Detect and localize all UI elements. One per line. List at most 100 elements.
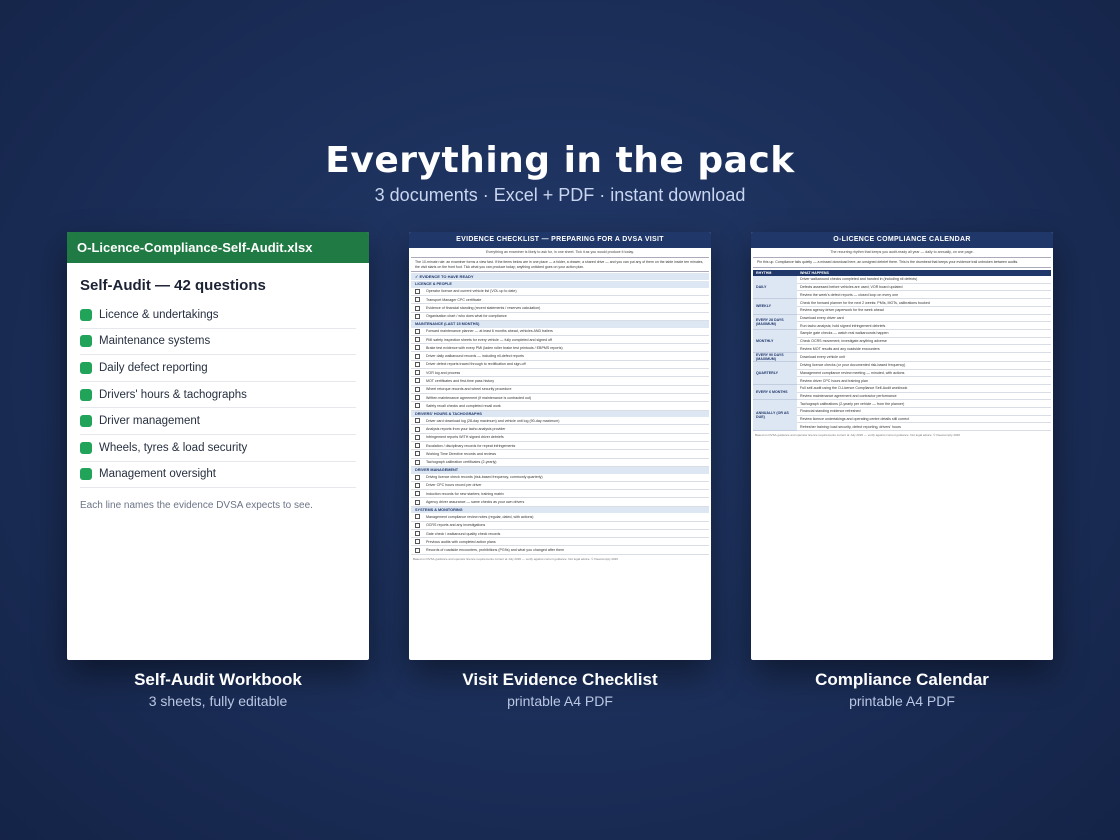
checklist-row: OCRS reports and any investigations <box>411 522 709 530</box>
calendar-rhythm-cell: ANNUALLY (OR AS DUE) <box>753 399 797 432</box>
caption-title: Self-Audit Workbook <box>134 670 302 689</box>
calendar-task-cell: Refresher training: load security, defec… <box>797 422 1051 432</box>
checklist-row-label: Management compliance review notes (regu… <box>426 514 534 519</box>
checklist-row: Driver CPC hours record per driver <box>411 482 709 491</box>
checklist-row: Infringement reports WITH signed driver … <box>411 434 709 443</box>
checklist-row: Induction records for new starters; trai… <box>411 490 709 499</box>
checklist-row-label: Driver CPC hours record per driver <box>426 483 482 488</box>
checklist-footer: Based on DVSA guidance and operator lice… <box>413 556 618 561</box>
checkbox-icon <box>415 386 420 392</box>
calendar-task-cell: Financial standing evidence refreshed <box>797 407 1051 416</box>
calendar-task-cell: Check OCRS movement; investigate anythin… <box>797 337 1051 346</box>
calendar-row: Review maintenance agreement and contrac… <box>753 392 1051 401</box>
checkbox-icon <box>415 337 420 342</box>
calendar-task-cell: Defects assessed before vehicles are use… <box>797 283 1051 292</box>
caption-self-audit: Self-Audit Workbook 3 sheets, fully edit… <box>67 670 369 709</box>
checkbox-icon <box>415 297 420 303</box>
self-audit-item-label: Management oversight <box>99 468 216 481</box>
calendar-task-cell: Review the week's defect reports — close… <box>797 290 1051 300</box>
checklist-row-label: Evidence of financial standing (recent s… <box>426 306 541 311</box>
checklist-row: Escalation / disciplinary records for re… <box>411 442 709 451</box>
caption-subtitle: printable A4 PDF <box>507 693 613 709</box>
checklist-body: LICENCE & PEOPLE Operator licence and cur… <box>409 281 711 555</box>
checklist-row-label: Previous audits with completed action pl… <box>426 539 496 544</box>
checklist-row: Agency driver assurance — same checks as… <box>411 498 709 507</box>
self-audit-item-label: Daily defect reporting <box>99 361 208 374</box>
self-audit-title: Self-Audit — 42 questions <box>80 277 266 294</box>
checklist-row: Organisation chart / who does what for c… <box>411 313 709 321</box>
calendar-row: Review driver CPC hours and training pla… <box>753 376 1051 386</box>
calendar-row: Review licence undertakings and operatin… <box>753 415 1051 424</box>
calendar-rhythm-cell: MONTHLY <box>753 329 797 353</box>
calendar-task-cell: Check the forward planner for the next 2… <box>797 298 1051 307</box>
calendar-task-cell: Review agency driver paperwork for the w… <box>797 306 1051 315</box>
evidence-checklist-preview-card: EVIDENCE CHECKLIST — PREPARING FOR A DVS… <box>409 232 711 660</box>
calendar-task-cell: Review MOT results and any roadside enco… <box>797 344 1051 353</box>
calendar-row: QUARTERLY Driving licence checks (or your… <box>753 361 1051 386</box>
calendar-task-cell: Tachograph calibrations (2-yearly per ve… <box>797 399 1051 409</box>
green-square-icon <box>80 388 92 401</box>
self-audit-item-label: Driver management <box>99 415 200 428</box>
checkbox-icon <box>415 514 420 520</box>
checkbox-icon <box>415 418 420 424</box>
self-audit-item-label: Licence & undertakings <box>99 308 219 321</box>
checkbox-icon <box>415 499 420 505</box>
calendar-task-cell: Management compliance review meeting — m… <box>797 369 1051 378</box>
checklist-section-heading: MAINTENANCE (LAST 15 MONTHS) <box>411 320 709 328</box>
self-audit-item: Drivers' hours & tachographs <box>80 382 356 409</box>
calendar-row: Review agency driver paperwork for the w… <box>753 306 1051 315</box>
checklist-row: Safety recall checks and completed recal… <box>411 402 709 411</box>
page-subhead: 3 documents · Excel + PDF · instant down… <box>374 185 746 205</box>
checklist-row-label: Working Time Directive records and revie… <box>426 451 497 456</box>
checklist-intro: Everything an examiner is likely to ask … <box>486 250 634 254</box>
checklist-row-label: Forward maintenance planner — at least 6… <box>426 329 553 334</box>
checkbox-icon <box>415 531 420 537</box>
calendar-task-cell: Download every driver card <box>797 314 1051 323</box>
checklist-row: PMI safety inspection sheets for every v… <box>411 336 709 345</box>
calendar-task-cell: Review maintenance agreement and contrac… <box>797 392 1051 401</box>
checklist-row-label: Transport Manager CPC certificate <box>426 297 482 302</box>
calendar-intro: The recurring rhythm that keeps you audi… <box>830 250 974 254</box>
checklist-section-heading: DRIVERS' HOURS & TACHOGRAPHS <box>411 410 709 418</box>
checklist-row-label: Driver daily walkaround records — includ… <box>426 354 524 359</box>
checklist-row: Transport Manager CPC certificate <box>411 296 709 305</box>
calendar-warning: Pin this up. Compliance fails quietly — … <box>753 257 1051 268</box>
checklist-row: Driving licence check records (risk-base… <box>411 474 709 482</box>
checklist-row-label: Brake test evidence with every PMI (lade… <box>426 345 563 350</box>
calendar-row: EVERY 90 DAYS (MAXIMUM) Download every ve… <box>753 352 1051 362</box>
caption-evidence-checklist: Visit Evidence Checklist printable A4 PD… <box>409 670 711 709</box>
calendar-task-cell: Full self-audit using the O-Licence Comp… <box>797 384 1051 393</box>
checkbox-icon <box>415 345 420 351</box>
calendar-rhythm-cell: EVERY 6 MONTHS <box>753 384 797 401</box>
checklist-row-label: Operator licence and current vehicle lis… <box>426 289 517 294</box>
checklist-row: MOT certificates and first-time pass his… <box>411 377 709 386</box>
checklist-rule: The 10-minute rule: an examiner forms a … <box>411 257 709 273</box>
calendar-table: RHYTHM WHAT HAPPENS DAILY Driver walkarou… <box>753 269 1051 432</box>
checklist-row: Wheel retorque records and wheel securit… <box>411 386 709 394</box>
calendar-row: DAILY Driver walkaround checks completed … <box>753 275 1051 300</box>
self-audit-preview-card: O-Licence-Compliance-Self-Audit.xlsx Sel… <box>67 232 369 660</box>
green-square-icon <box>80 361 92 374</box>
checklist-row: Driver defect reports traced through to … <box>411 361 709 370</box>
calendar-task-cell: Review driver CPC hours and training pla… <box>797 376 1051 386</box>
checklist-row: Operator licence and current vehicle lis… <box>411 288 709 297</box>
calendar-row: Financial standing evidence refreshed <box>753 407 1051 416</box>
checklist-row: Forward maintenance planner — at least 6… <box>411 328 709 336</box>
checklist-row-label: Records of roadside encounters, prohibit… <box>426 548 565 553</box>
self-audit-list: Licence & undertakings Maintenance system… <box>80 302 356 489</box>
caption-title: Compliance Calendar <box>815 670 989 689</box>
checkbox-icon <box>415 328 420 334</box>
calendar-row: Review the week's defect reports — close… <box>753 290 1051 300</box>
checklist-header: EVIDENCE CHECKLIST — PREPARING FOR A DVS… <box>409 232 711 248</box>
checklist-row-label: Safety recall checks and completed recal… <box>426 403 501 408</box>
checklist-row-label: MOT certificates and first-time pass his… <box>426 378 495 383</box>
self-audit-item: Maintenance systems <box>80 329 356 356</box>
self-audit-item-label: Drivers' hours & tachographs <box>99 388 247 401</box>
calendar-row: MONTHLY Sample gate checks — watch real w… <box>753 329 1051 353</box>
checkbox-icon <box>415 378 420 384</box>
self-audit-item: Licence & undertakings <box>80 302 356 329</box>
checkbox-icon <box>415 288 420 294</box>
checklist-row: Tachograph calibration certificates (2-y… <box>411 459 709 467</box>
checkbox-icon <box>415 482 420 488</box>
checklist-row-label: Organisation chart / who does what for c… <box>426 314 507 319</box>
